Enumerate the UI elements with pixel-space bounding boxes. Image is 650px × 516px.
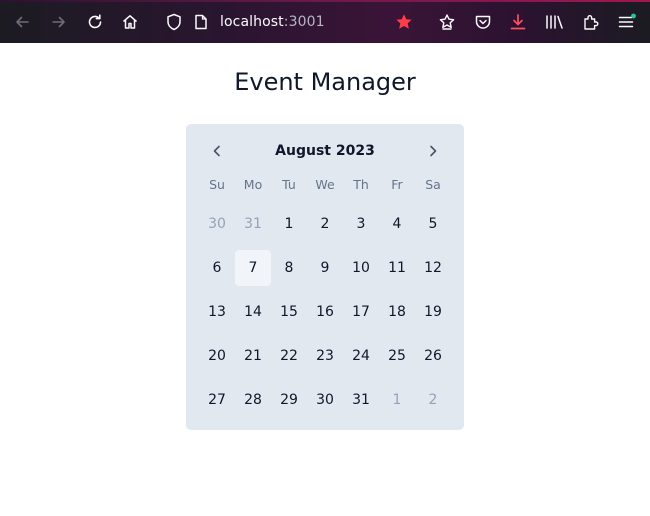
weekday-label: We: [315, 177, 335, 192]
browser-toolbar: localhost:3001: [0, 0, 650, 43]
extensions-button[interactable]: [580, 11, 602, 33]
calendar-day[interactable]: 1: [271, 206, 307, 242]
calendar-day[interactable]: 13: [199, 294, 235, 330]
calendar-day[interactable]: 12: [415, 250, 451, 286]
calendar-day-today[interactable]: 7: [235, 250, 271, 286]
library-icon: [546, 15, 563, 29]
calendar-day[interactable]: 20: [199, 338, 235, 374]
library-button[interactable]: [543, 11, 565, 33]
calendar-day[interactable]: 26: [415, 338, 451, 374]
weekday-label: Sa: [425, 177, 441, 192]
calendar-day[interactable]: 28: [235, 382, 271, 418]
calendar-week-row: 27 28 29 30 31 1 2: [199, 382, 451, 426]
calendar-day-outside[interactable]: 30: [199, 206, 235, 242]
calendar-day[interactable]: 3: [343, 206, 379, 242]
calendar-day[interactable]: 10: [343, 250, 379, 286]
reader-star-icon: [439, 14, 455, 30]
extensions-icon: [584, 15, 599, 30]
back-arrow-icon: [16, 16, 29, 28]
url-host: localhost: [220, 14, 284, 30]
calendar-header: August 2023: [186, 140, 464, 162]
calendar-day[interactable]: 16: [307, 294, 343, 330]
calendar-day[interactable]: 9: [307, 250, 343, 286]
bookmark-star-icon: [396, 14, 412, 29]
calendar-day[interactable]: 21: [235, 338, 271, 374]
pocket-button[interactable]: [472, 11, 494, 33]
calendar-day[interactable]: 15: [271, 294, 307, 330]
calendar-day-outside[interactable]: 31: [235, 206, 271, 242]
reload-icon: [88, 14, 102, 29]
calendar-day[interactable]: 29: [271, 382, 307, 418]
page-title: Event Manager: [234, 68, 416, 96]
pocket-icon: [475, 15, 491, 29]
home-icon: [123, 15, 137, 29]
weekday-label: Th: [353, 177, 369, 192]
download-icon: [510, 14, 526, 30]
back-button[interactable]: [11, 11, 33, 33]
forward-arrow-icon: [52, 16, 65, 28]
calendar-day[interactable]: 24: [343, 338, 379, 374]
forward-button[interactable]: [48, 11, 70, 33]
shield-icon: [167, 13, 181, 31]
tracking-protection-button[interactable]: [163, 11, 185, 33]
calendar-day[interactable]: 30: [307, 382, 343, 418]
calendar-day[interactable]: 31: [343, 382, 379, 418]
calendar-day[interactable]: 18: [379, 294, 415, 330]
reload-button[interactable]: [84, 11, 106, 33]
reader-view-button[interactable]: [436, 11, 458, 33]
url-port: :3001: [283, 14, 325, 30]
calendar-week-row: 6 7 8 9 10 11 12: [199, 250, 451, 294]
calendar-day-outside[interactable]: 1: [379, 382, 415, 418]
chevron-right-icon: [430, 145, 437, 157]
calendar-day[interactable]: 27: [199, 382, 235, 418]
calendar-day[interactable]: 23: [307, 338, 343, 374]
calendar-week-row: 13 14 15 16 17 18 19: [199, 294, 451, 338]
weekday-label: Mo: [243, 177, 263, 192]
weekday-header: Su Mo Tu We Th Fr Sa: [199, 177, 451, 192]
page-icon: [195, 14, 207, 30]
weekday-label: Su: [209, 177, 225, 192]
weekday-label: Fr: [391, 177, 403, 192]
home-button[interactable]: [119, 11, 141, 33]
calendar-day[interactable]: 17: [343, 294, 379, 330]
calendar-day[interactable]: 14: [235, 294, 271, 330]
next-month-button[interactable]: [421, 140, 445, 162]
calendar-day[interactable]: 19: [415, 294, 451, 330]
site-info-button[interactable]: [190, 11, 212, 33]
calendar-day[interactable]: 22: [271, 338, 307, 374]
calendar-day[interactable]: 11: [379, 250, 415, 286]
calendar-day[interactable]: 6: [199, 250, 235, 286]
toolbar-accent: [0, 0, 650, 2]
calendar-week-row: 20 21 22 23 24 25 26: [199, 338, 451, 382]
calendar-day-outside[interactable]: 2: [415, 382, 451, 418]
calendar: August 2023 Su Mo Tu We Th Fr Sa 30 31 1 2 3 4 5 6 7 8 9…: [186, 124, 464, 430]
menu-button[interactable]: [616, 11, 638, 33]
downloads-button[interactable]: [507, 11, 529, 33]
calendar-day[interactable]: 4: [379, 206, 415, 242]
calendar-week-row: 30 31 1 2 3 4 5: [199, 206, 451, 250]
calendar-grid: 30 31 1 2 3 4 5 6 7 8 9 10 11 12 13 14 15 16 17 18 19 20 21 22 2…: [199, 206, 451, 426]
calendar-day[interactable]: 5: [415, 206, 451, 242]
weekday-label: Tu: [282, 177, 296, 192]
calendar-day[interactable]: 2: [307, 206, 343, 242]
calendar-day[interactable]: 25: [379, 338, 415, 374]
bookmark-button[interactable]: [393, 11, 415, 33]
calendar-day[interactable]: 8: [271, 250, 307, 286]
menu-icon: [618, 13, 636, 28]
